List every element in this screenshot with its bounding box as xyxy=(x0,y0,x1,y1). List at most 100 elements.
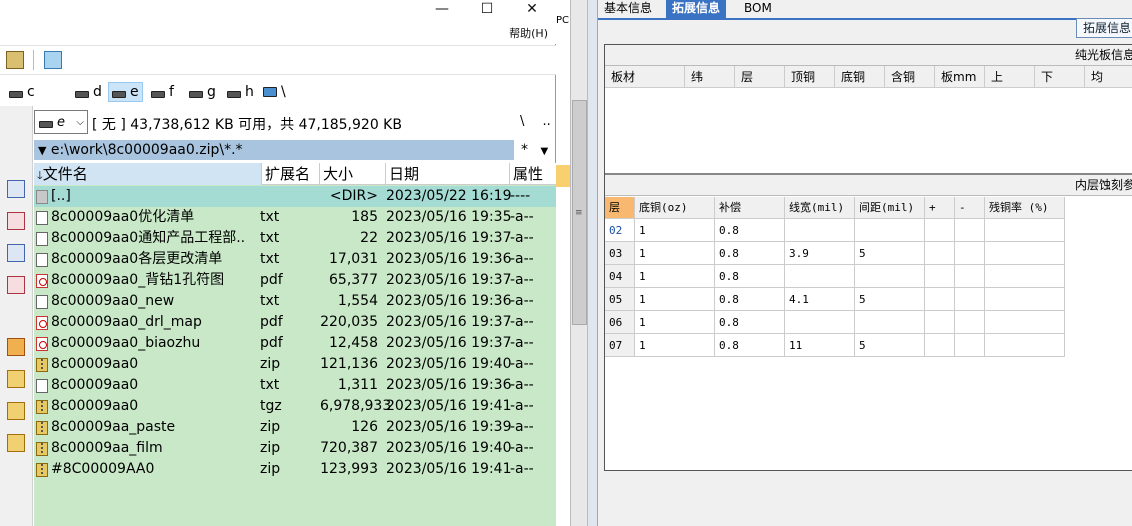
table2-cell[interactable]: 1 xyxy=(635,334,715,357)
table2-cell[interactable]: 0.8 xyxy=(715,265,785,288)
table2-cell[interactable]: 1 xyxy=(635,311,715,334)
table2-cell[interactable] xyxy=(955,219,985,242)
table1-header-cell[interactable]: 板mm xyxy=(935,66,985,88)
column-size-header[interactable]: 大小 xyxy=(320,163,386,185)
layer-cell[interactable]: 04 xyxy=(605,265,635,288)
file-row[interactable]: 8c00009aa0 tgz 6,978,933 2023/05/16 19:41 -a… xyxy=(34,396,556,417)
table2-cell[interactable]: 5 xyxy=(855,242,925,265)
file-row[interactable]: 8c00009aa0_biaozhu pdf 12,458 2023/05/16 19… xyxy=(34,333,556,354)
table2-cell[interactable]: 11 xyxy=(785,334,855,357)
close-button[interactable]: ✕ xyxy=(510,0,554,18)
table2-cell[interactable] xyxy=(955,334,985,357)
table2-cell[interactable]: 0.8 xyxy=(715,242,785,265)
file-row[interactable]: 8c00009aa0 txt 1,311 2023/05/16 19:36 -a-- xyxy=(34,375,556,396)
table2-cell[interactable]: 3.9 xyxy=(785,242,855,265)
path-bar[interactable]: ▼ e:\work\8c00009aa0.zip\*.* xyxy=(34,140,514,160)
table1-header-cell[interactable]: 底铜 xyxy=(835,66,885,88)
table2-cell[interactable] xyxy=(855,265,925,288)
tab-bom[interactable]: BOM xyxy=(738,0,778,18)
copy-icon[interactable] xyxy=(7,244,25,262)
layer-cell[interactable]: 02 xyxy=(605,219,635,242)
table2-header-cell[interactable]: 层 xyxy=(605,197,635,219)
drive-button[interactable]: g xyxy=(186,82,219,102)
file-row[interactable]: 8c00009aa0_背钻1孔符图 pdf 65,377 2023/05/16 19:… xyxy=(34,270,556,291)
drive-button[interactable]: c xyxy=(6,82,38,102)
up-button[interactable]: .. xyxy=(543,114,551,129)
table2-cell[interactable] xyxy=(985,219,1065,242)
table2-cell[interactable] xyxy=(985,242,1065,265)
table2-cell[interactable]: 1 xyxy=(635,242,715,265)
table2-cell[interactable]: 0.8 xyxy=(715,288,785,311)
table2-cell[interactable] xyxy=(955,288,985,311)
column-name-header[interactable]: 🡓文件名 xyxy=(34,163,262,185)
file-row[interactable]: 8c00009aa0_new txt 1,554 2023/05/16 19:36 -a… xyxy=(34,291,556,312)
table2-cell[interactable] xyxy=(785,265,855,288)
table2-cell[interactable]: 0.8 xyxy=(715,311,785,334)
layer-cell[interactable]: 07 xyxy=(605,334,635,357)
drive-button[interactable]: e xyxy=(108,82,143,102)
root-button[interactable]: \ xyxy=(520,114,524,129)
delete-icon[interactable] xyxy=(7,212,25,230)
drive-button[interactable]: \ xyxy=(260,82,289,102)
tab-basic-info[interactable]: 基本信息 xyxy=(598,0,658,18)
column-ext-header[interactable]: 扩展名 xyxy=(262,163,320,185)
table1-header-cell[interactable]: 均 xyxy=(1085,66,1132,88)
table2-cell[interactable] xyxy=(925,334,955,357)
layer-cell[interactable]: 06 xyxy=(605,311,635,334)
notepad-icon[interactable] xyxy=(44,51,62,69)
drive-button[interactable]: h xyxy=(224,82,257,102)
folder-icon[interactable] xyxy=(7,402,25,420)
file-row[interactable]: 8c00009aa_film zip 720,387 2023/05/16 19:40… xyxy=(34,438,556,459)
table2-cell[interactable] xyxy=(925,311,955,334)
drive-select[interactable]: e ⌵ xyxy=(34,110,88,134)
table2-cell[interactable]: 1 xyxy=(635,219,715,242)
table2-header-cell[interactable]: 残铜率 (%) xyxy=(985,197,1065,219)
table2-cell[interactable]: 5 xyxy=(855,334,925,357)
folder-icon[interactable] xyxy=(7,434,25,452)
file-row[interactable]: 8c00009aa0_drl_map pdf 220,035 2023/05/16 1… xyxy=(34,312,556,333)
layer-cell[interactable]: 03 xyxy=(605,242,635,265)
table2-cell[interactable] xyxy=(855,219,925,242)
table2-cell[interactable] xyxy=(925,242,955,265)
column-date-header[interactable]: 日期 xyxy=(386,163,510,185)
file-row[interactable]: 8c00009aa0优化清单 txt 185 2023/05/16 19:35 -a-- xyxy=(34,207,556,228)
file-row[interactable]: 8c00009aa0 zip 121,136 2023/05/16 19:40 -a-- xyxy=(34,354,556,375)
table2-cell[interactable] xyxy=(985,334,1065,357)
table1-header-cell[interactable]: 上 xyxy=(985,66,1035,88)
package-icon[interactable] xyxy=(7,338,25,356)
table2-header-cell[interactable]: 底铜(oz) xyxy=(635,197,715,219)
table2-header-cell[interactable]: - xyxy=(955,197,985,219)
new-folder-icon[interactable] xyxy=(7,370,25,388)
column-attr-header[interactable]: 属性 xyxy=(510,163,556,185)
table2-cell[interactable] xyxy=(785,311,855,334)
file-row[interactable]: #8C00009AA0 zip 123,993 2023/05/16 19:41 -a-… xyxy=(34,459,556,480)
drive-button[interactable]: f xyxy=(148,82,177,102)
table2-cell[interactable]: 0.8 xyxy=(715,334,785,357)
file-row[interactable]: 8c00009aa0各层更改清单 txt 17,031 2023/05/16 19:3… xyxy=(34,249,556,270)
table1-header-cell[interactable]: 纬 xyxy=(685,66,735,88)
table2-cell[interactable] xyxy=(925,265,955,288)
table2-cell[interactable] xyxy=(955,265,985,288)
table2-cell[interactable] xyxy=(955,242,985,265)
table2-cell[interactable] xyxy=(925,288,955,311)
minimize-button[interactable]: — xyxy=(420,0,464,18)
table2-header-cell[interactable]: 补偿 xyxy=(715,197,785,219)
file-row[interactable]: 8c00009aa_paste zip 126 2023/05/16 19:39 -a-… xyxy=(34,417,556,438)
move-icon[interactable] xyxy=(7,276,25,294)
extended-info-button[interactable]: 拓展信息 xyxy=(1076,18,1132,38)
table2-cell[interactable] xyxy=(985,265,1065,288)
table2-cell[interactable]: 1 xyxy=(635,265,715,288)
network-icon[interactable] xyxy=(6,51,24,69)
table1-header-cell[interactable]: 下 xyxy=(1035,66,1085,88)
splitter[interactable] xyxy=(588,0,598,526)
table1-header-cell[interactable]: 层 xyxy=(735,66,785,88)
table2-cell[interactable] xyxy=(955,311,985,334)
table2-cell[interactable] xyxy=(925,219,955,242)
table2-header-cell[interactable]: 间距(mil) xyxy=(855,197,925,219)
tab-extended-info[interactable]: 拓展信息 xyxy=(666,0,727,18)
table1-header-cell[interactable]: 顶铜 xyxy=(785,66,835,88)
table2-cell[interactable] xyxy=(985,288,1065,311)
table2-header-cell[interactable]: 线宽(mil) xyxy=(785,197,855,219)
path-filter[interactable]: * ▼ xyxy=(517,140,555,160)
find-icon[interactable] xyxy=(7,180,25,198)
